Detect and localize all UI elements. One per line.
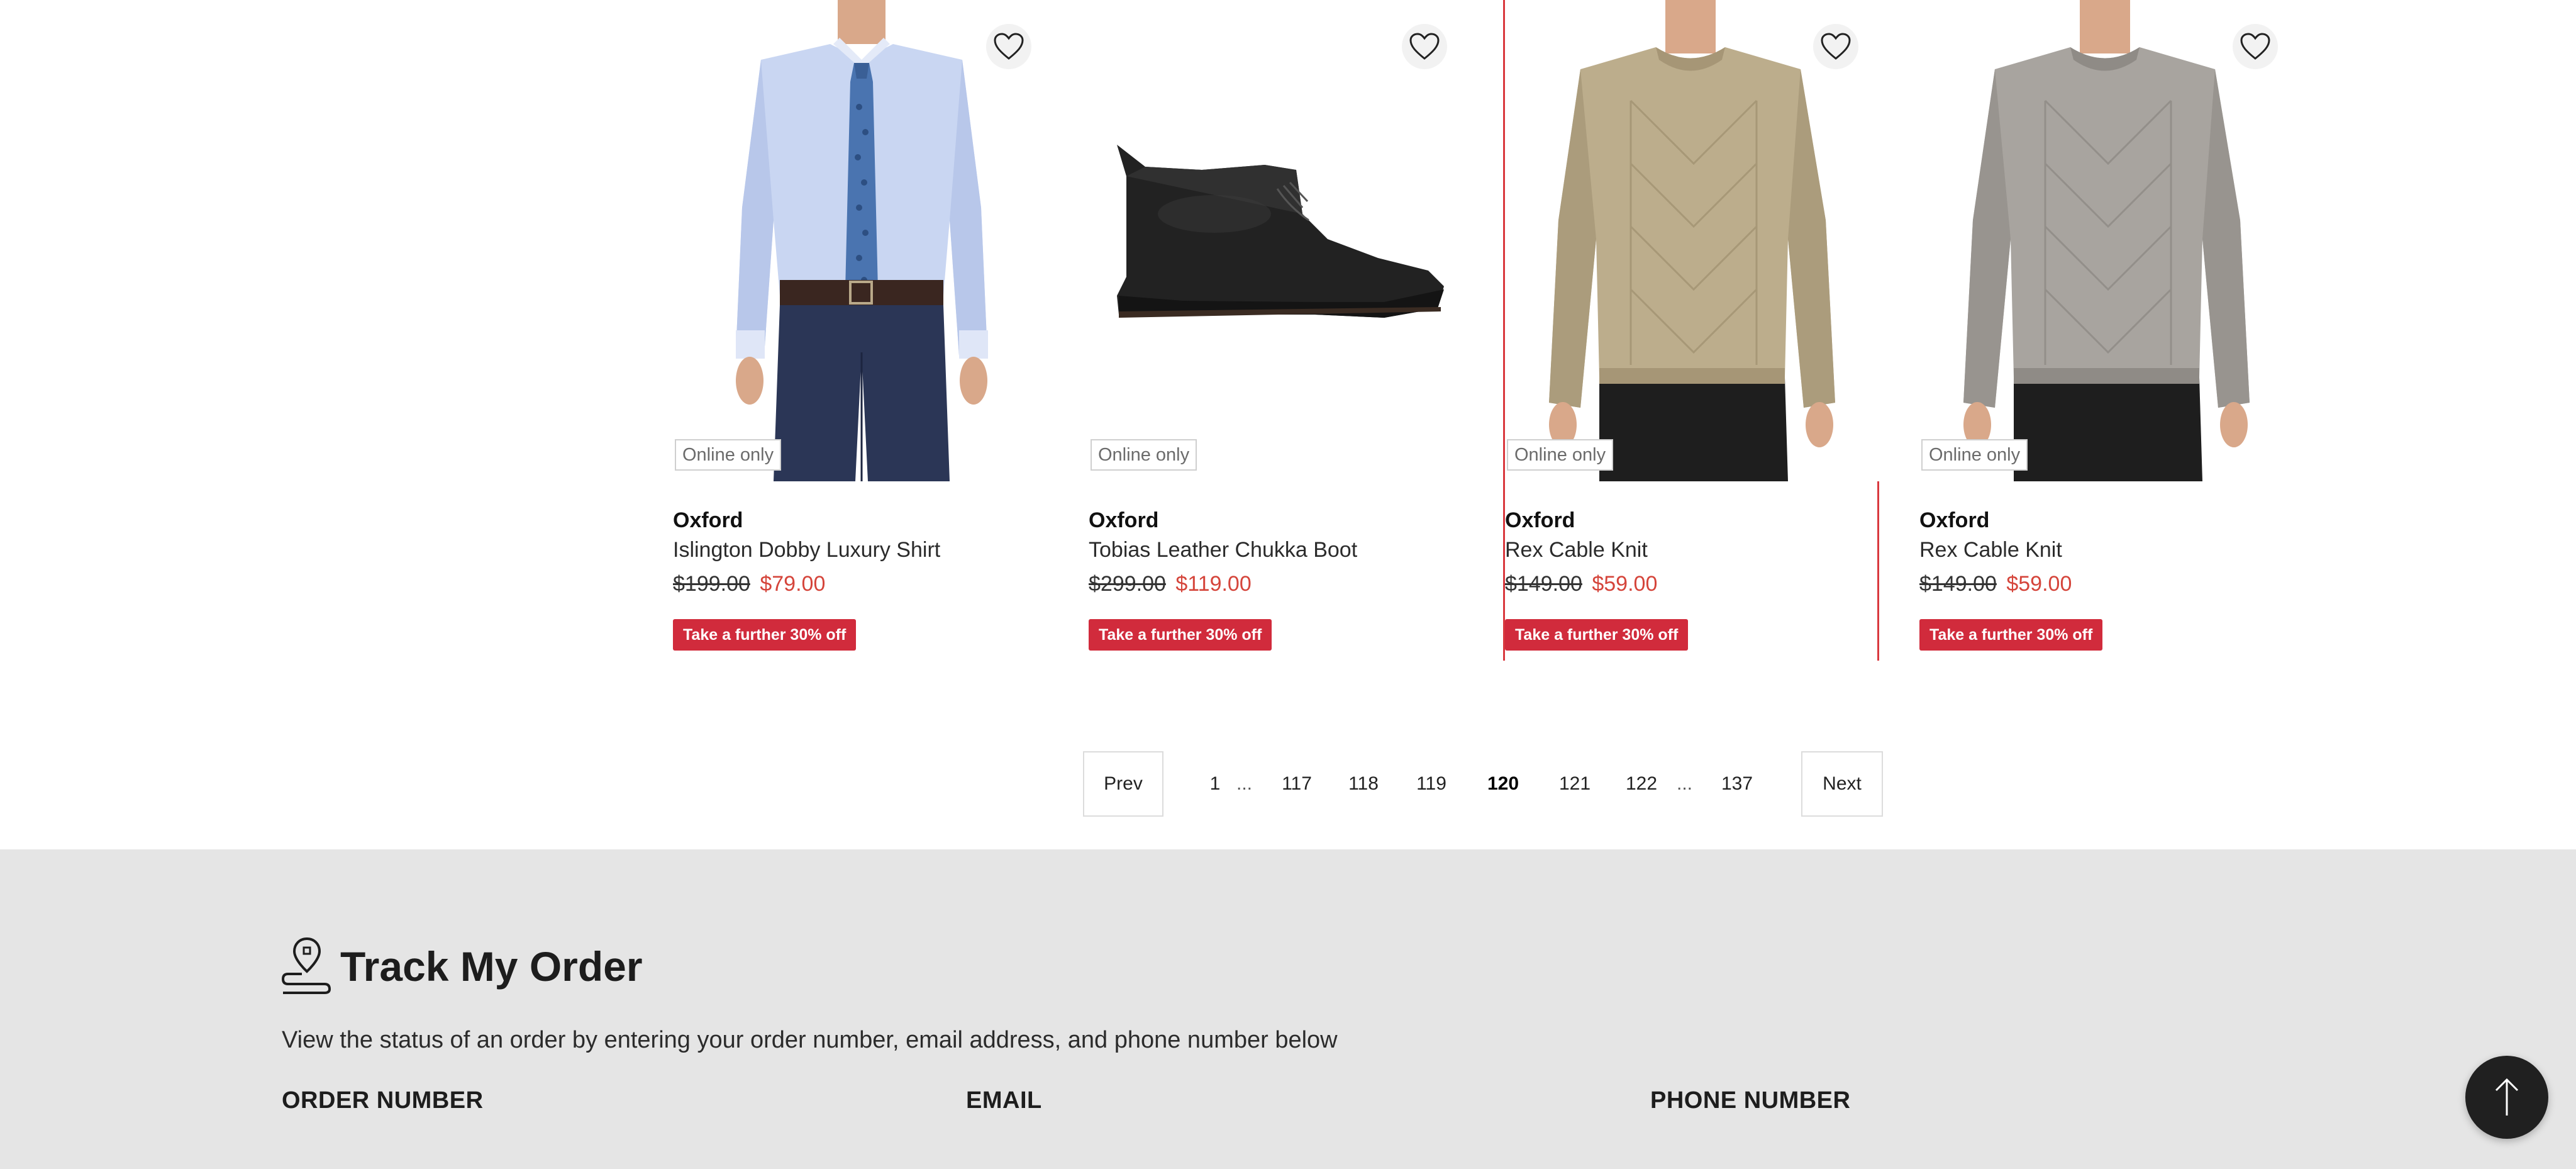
- sale-price: $59.00: [1592, 572, 1658, 596]
- product-brand: Oxford: [1919, 508, 1990, 532]
- original-price: $149.00: [1505, 572, 1582, 596]
- sale-price: $59.00: [2006, 572, 2072, 596]
- pagination: Prev 1 ... 117 118 119 120 121 122 ... 1…: [1083, 751, 1883, 817]
- product-price: $149.00 $59.00: [1505, 572, 1657, 596]
- online-only-badge: Online only: [1921, 439, 2028, 471]
- wishlist-button[interactable]: [1813, 24, 1858, 69]
- page-link-first[interactable]: 1: [1202, 751, 1228, 817]
- online-only-badge: Online only: [1507, 439, 1614, 471]
- product-image[interactable]: [673, 0, 1050, 481]
- product-card[interactable]: Online only Oxford Rex Cable Knit $149.0…: [1503, 0, 1882, 661]
- knit-grey-image: [1963, 0, 2250, 481]
- product-name[interactable]: Rex Cable Knit: [1505, 538, 1648, 562]
- product-price: $149.00 $59.00: [1919, 572, 2072, 596]
- wishlist-button[interactable]: [1402, 24, 1447, 69]
- knit-beige-image: [1549, 0, 1835, 481]
- page-link[interactable]: 117: [1272, 751, 1322, 817]
- page-link-last[interactable]: 137: [1712, 751, 1762, 817]
- page-link[interactable]: 119: [1406, 751, 1457, 817]
- product-brand: Oxford: [1089, 508, 1159, 532]
- back-to-top-button[interactable]: [2465, 1056, 2548, 1139]
- product-image[interactable]: [1089, 0, 1466, 481]
- page-ellipsis: ...: [1236, 773, 1253, 794]
- product-brand: Oxford: [673, 508, 743, 532]
- track-order-section: Track My Order View the status of an ord…: [0, 849, 2576, 1169]
- product-brand: Oxford: [1505, 508, 1575, 532]
- page-link[interactable]: 121: [1550, 751, 1600, 817]
- track-order-title: Track My Order: [340, 943, 643, 990]
- heart-icon: [2240, 33, 2270, 60]
- page-ellipsis: ...: [1677, 773, 1693, 794]
- heart-icon: [1409, 33, 1440, 60]
- product-name[interactable]: Islington Dobby Luxury Shirt: [673, 538, 940, 562]
- order-number-label: ORDER NUMBER: [282, 1087, 484, 1114]
- original-price: $299.00: [1089, 572, 1166, 596]
- order-number-input[interactable]: [282, 1126, 926, 1169]
- product-card[interactable]: Online only Oxford Tobias Leather Chukka…: [1089, 0, 1466, 661]
- arrow-up-icon: [2495, 1078, 2519, 1116]
- next-page-button[interactable]: Next: [1801, 751, 1883, 817]
- wishlist-button[interactable]: [2233, 24, 2278, 69]
- product-price: $199.00 $79.00: [673, 572, 825, 596]
- product-card[interactable]: Online only Oxford Rex Cable Knit $149.0…: [1919, 0, 2297, 661]
- product-image[interactable]: [1919, 0, 2297, 481]
- boot-image: [1117, 145, 1444, 318]
- page-link[interactable]: 122: [1616, 751, 1667, 817]
- page-link[interactable]: 118: [1338, 751, 1389, 817]
- track-order-description: View the status of an order by entering …: [282, 1027, 1338, 1053]
- product-image[interactable]: [1505, 0, 1882, 481]
- promo-badge[interactable]: Take a further 30% off: [1919, 619, 2103, 651]
- email-input[interactable]: [966, 1126, 1611, 1169]
- product-name[interactable]: Tobias Leather Chukka Boot: [1089, 538, 1357, 562]
- original-price: $149.00: [1919, 572, 1997, 596]
- product-name[interactable]: Rex Cable Knit: [1919, 538, 2062, 562]
- promo-badge[interactable]: Take a further 30% off: [1505, 619, 1689, 651]
- product-grid: Online only Oxford Islington Dobby Luxur…: [0, 0, 2576, 717]
- sale-price: $79.00: [760, 572, 826, 596]
- wishlist-button[interactable]: [986, 24, 1031, 69]
- online-only-badge: Online only: [675, 439, 782, 471]
- phone-number-input[interactable]: [1650, 1126, 2295, 1169]
- location-pin-icon: [281, 937, 331, 994]
- prev-page-button[interactable]: Prev: [1083, 751, 1163, 817]
- promo-badge[interactable]: Take a further 30% off: [673, 619, 857, 651]
- page-link-current[interactable]: 120: [1478, 751, 1528, 817]
- sale-price: $119.00: [1175, 572, 1252, 596]
- original-price: $199.00: [673, 572, 750, 596]
- product-price: $299.00 $119.00: [1089, 572, 1252, 596]
- email-label: EMAIL: [966, 1087, 1042, 1114]
- shirt-image: [736, 0, 988, 481]
- phone-number-label: PHONE NUMBER: [1650, 1087, 1851, 1114]
- product-card[interactable]: Online only Oxford Islington Dobby Luxur…: [673, 0, 1050, 661]
- online-only-badge: Online only: [1091, 439, 1197, 471]
- promo-badge[interactable]: Take a further 30% off: [1089, 619, 1272, 651]
- heart-icon: [1821, 33, 1851, 60]
- heart-icon: [994, 33, 1024, 60]
